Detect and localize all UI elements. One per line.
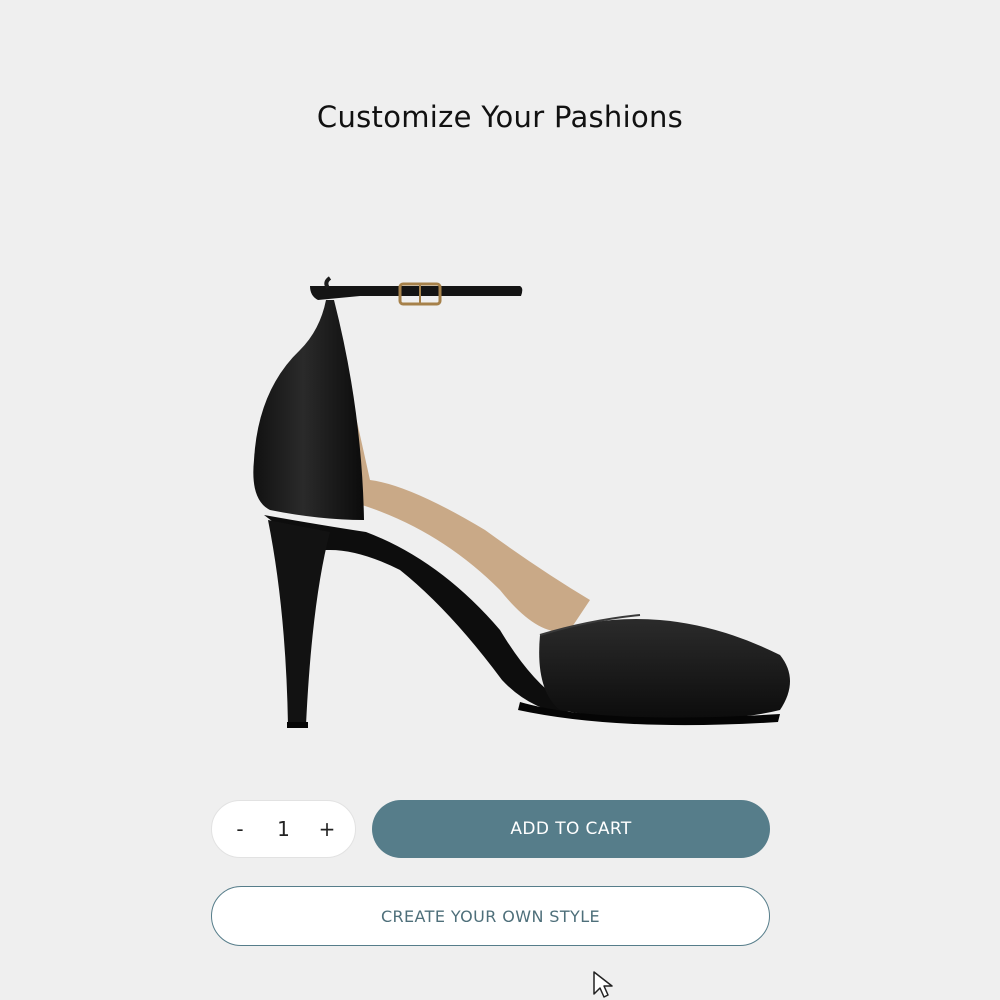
product-page: Customize Your Pashions - 1 + ADD TO CAR…	[0, 0, 1000, 1000]
increment-button[interactable]: +	[311, 813, 343, 845]
mouse-pointer-icon	[593, 971, 613, 998]
page-title: Customize Your Pashions	[316, 100, 684, 134]
decrement-button[interactable]: -	[224, 813, 256, 845]
add-to-cart-button[interactable]: ADD TO CART	[372, 800, 770, 858]
quantity-stepper[interactable]: - 1 +	[211, 800, 356, 858]
shoe-image	[253, 276, 790, 728]
quantity-value[interactable]: 1	[264, 817, 304, 841]
create-your-own-style-button[interactable]: CREATE YOUR OWN STYLE	[211, 886, 770, 946]
